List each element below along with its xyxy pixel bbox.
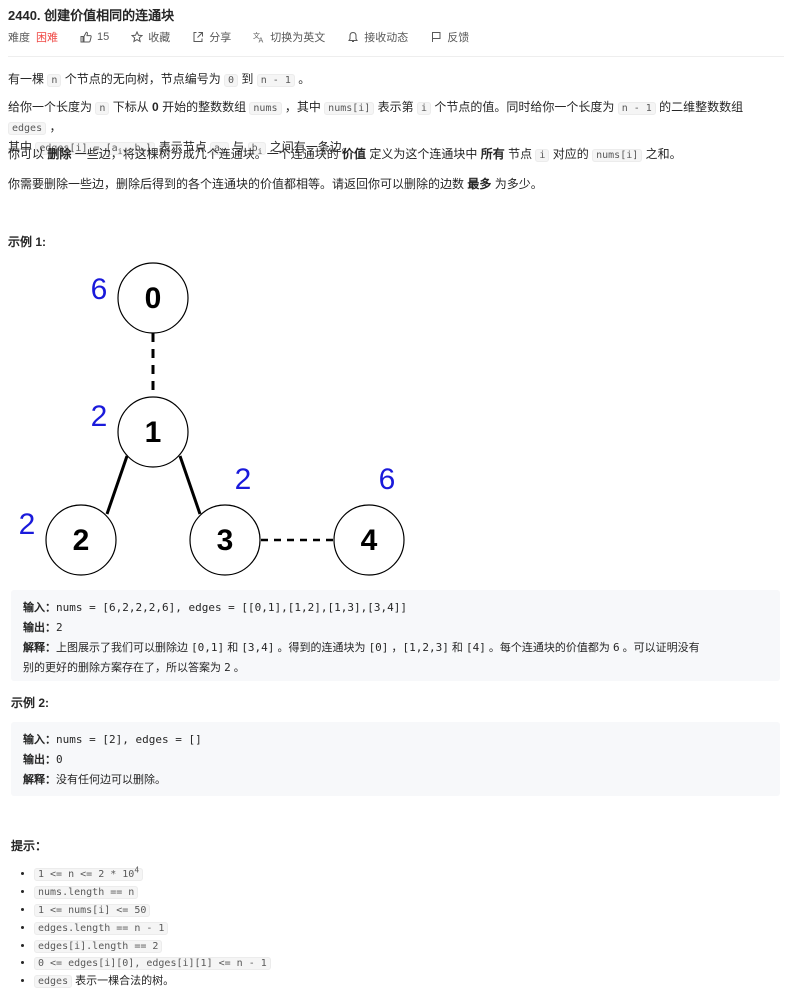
tree-node-1: 1 bbox=[117, 396, 189, 468]
bell-icon bbox=[348, 31, 359, 42]
tree-node-2-value: 2 bbox=[19, 508, 36, 541]
translate-icon: 文A bbox=[253, 31, 264, 44]
example-2-input-line: 输入：nums = [2], edges = [] bbox=[23, 733, 202, 746]
like-count: 15 bbox=[97, 31, 110, 43]
like-button[interactable]: 15 bbox=[80, 31, 109, 43]
tree-node-1-value: 2 bbox=[91, 400, 108, 433]
share-button[interactable]: 分享 bbox=[192, 29, 231, 45]
constraint-item: 1 <= n <= 2 * 104 bbox=[34, 862, 271, 884]
constraints-heading: 提示： bbox=[11, 839, 48, 853]
svg-text:A: A bbox=[259, 37, 264, 44]
example-2-output-line: 输出：0 bbox=[23, 753, 63, 766]
example-1-tree-diagram: 0 1 2 3 4 6 2 2 2 6 bbox=[19, 262, 405, 576]
tree-node-4-label: 4 bbox=[361, 524, 378, 557]
feedback-label: 反馈 bbox=[447, 32, 470, 44]
constraint-item: edges.length == n - 1 bbox=[34, 920, 271, 938]
example-1-output-line: 输出：2 bbox=[23, 621, 63, 634]
favorite-label: 收藏 bbox=[148, 32, 171, 44]
tree-node-2-label: 2 bbox=[73, 524, 90, 557]
tree-node-0: 0 bbox=[117, 262, 189, 334]
tree-node-3-value: 2 bbox=[235, 463, 252, 496]
constraint-item: nums.length == n bbox=[34, 884, 271, 902]
tree-node-1-label: 1 bbox=[145, 416, 162, 449]
example-2-code-block: 输入：nums = [2], edges = [] 输出：0 解释：没有任何边可… bbox=[11, 722, 780, 796]
problem-meta-bar: 难度 困难 15 收藏 分享 文A 切换为英文 接收动态 反馈 bbox=[8, 28, 491, 46]
tree-node-2: 2 bbox=[45, 504, 117, 576]
example-1-explanation: 解释：上图展示了我们可以删除边 [0,1] 和 [3,4] 。得到的连通块为 [… bbox=[23, 641, 700, 674]
example-2-heading: 示例 2: bbox=[11, 696, 50, 710]
tree-node-3-label: 3 bbox=[217, 524, 234, 557]
feedback-button[interactable]: 反馈 bbox=[430, 29, 469, 45]
switch-language-label: 切换为英文 bbox=[270, 32, 326, 44]
example-1-heading: 示例 1: bbox=[8, 235, 47, 249]
constraints-list: 1 <= n <= 2 * 104 nums.length == n 1 <= … bbox=[30, 862, 271, 991]
tree-node-3: 3 bbox=[189, 504, 261, 576]
subscribe-label: 接收动态 bbox=[364, 32, 409, 44]
tree-node-4: 4 bbox=[333, 504, 405, 576]
favorite-button[interactable]: 收藏 bbox=[131, 29, 170, 45]
tree-node-4-value: 6 bbox=[379, 463, 396, 496]
tree-node-0-value: 6 bbox=[91, 273, 108, 306]
constraint-item: 0 <= edges[i][0], edges[i][1] <= n - 1 bbox=[34, 955, 271, 973]
tree-node-values: 6 2 2 2 6 bbox=[19, 273, 396, 541]
difficulty-label: 难度 bbox=[8, 32, 30, 44]
subscribe-button[interactable]: 接收动态 bbox=[347, 29, 408, 45]
constraint-item: edges 表示一棵合法的树。 bbox=[34, 973, 271, 991]
example-1-code-block: 输入：nums = [6,2,2,2,6], edges = [[0,1],[1… bbox=[11, 590, 780, 681]
example-1-input-line: 输入：nums = [6,2,2,2,6], edges = [[0,1],[1… bbox=[23, 601, 407, 614]
description-paragraph-4: 你需要删除一些边，删除后得到的各个连通块的价值都相等。请返回你可以删除的边数 最… bbox=[8, 177, 543, 191]
constraint-item: 1 <= nums[i] <= 50 bbox=[34, 902, 271, 920]
tree-node-0-label: 0 bbox=[145, 282, 162, 315]
tree-edge-1-3 bbox=[178, 455, 202, 515]
description-paragraph-1: 有一棵 n 个节点的无向树，节点编号为 0 到 n - 1 。 bbox=[8, 72, 311, 87]
description-paragraph-3: 你可以 删除 一些边，将这棵树分成几个连通块。一个连通块的 价值 定义为这个连通… bbox=[8, 147, 682, 162]
difficulty-badge: 困难 bbox=[36, 32, 58, 44]
feedback-flag-icon bbox=[432, 32, 441, 42]
switch-language-button[interactable]: 文A 切换为英文 bbox=[253, 29, 325, 45]
thumbs-up-icon bbox=[80, 31, 92, 43]
star-icon bbox=[131, 31, 144, 43]
header-divider bbox=[8, 56, 784, 57]
example-2-explanation: 解释：没有任何边可以删除。 bbox=[23, 774, 166, 786]
problem-title: 2440. 创建价值相同的连通块 bbox=[8, 8, 175, 23]
share-label: 分享 bbox=[209, 32, 232, 44]
constraint-item: edges[i].length == 2 bbox=[34, 938, 271, 956]
share-icon bbox=[193, 32, 204, 42]
tree-edge-1-2 bbox=[105, 455, 129, 515]
